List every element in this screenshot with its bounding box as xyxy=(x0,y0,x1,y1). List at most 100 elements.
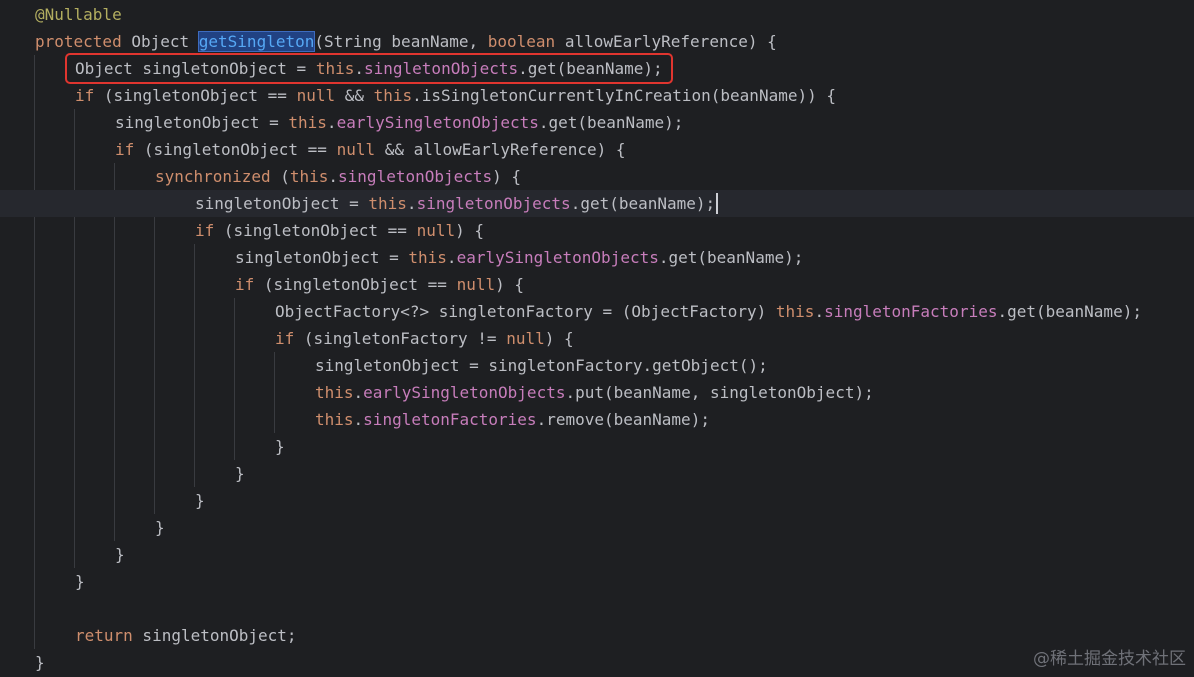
code-token: } xyxy=(155,518,165,537)
code-token: null xyxy=(506,329,545,348)
code-token: this xyxy=(315,383,354,402)
watermark: @稀土掘金技术社区 xyxy=(1033,649,1186,669)
code-token: null xyxy=(456,275,496,294)
code-token: singletonObject = xyxy=(195,194,369,213)
code-token: ( xyxy=(270,167,290,186)
code-line[interactable]: } xyxy=(0,541,1194,568)
code-token: earlySingletonObjects xyxy=(363,383,566,402)
code-line[interactable]: } xyxy=(0,433,1194,460)
code-token: . xyxy=(326,113,337,132)
code-line[interactable]: } xyxy=(0,460,1194,487)
code-token: earlySingletonObjects xyxy=(456,248,659,267)
code-token: && allowEarlyReference) { xyxy=(375,140,626,159)
code-token: } xyxy=(235,464,245,483)
code-line[interactable]: singletonObject = this.singletonObjects.… xyxy=(0,190,1194,217)
code-token: singletonObject = singletonFactory.getOb… xyxy=(315,356,768,375)
code-line[interactable]: if (singletonObject == null && this.isSi… xyxy=(0,82,1194,109)
code-token: return xyxy=(75,626,133,645)
code-line[interactable]: singletonObject = this.earlySingletonObj… xyxy=(0,244,1194,271)
code-token: this xyxy=(289,167,329,186)
code-token: if xyxy=(195,221,215,240)
code-line[interactable]: if (singletonObject == null) { xyxy=(0,271,1194,298)
code-token: (singletonObject == xyxy=(134,140,337,159)
code-token: boolean xyxy=(487,32,556,51)
code-token: this xyxy=(315,410,354,429)
code-line[interactable]: @Nullable xyxy=(0,1,1194,28)
code-line[interactable]: } xyxy=(0,568,1194,595)
code-line[interactable]: } xyxy=(0,487,1194,514)
code-token: . xyxy=(406,194,417,213)
code-token: Object xyxy=(121,32,199,51)
code-line[interactable]: singletonObject = this.earlySingletonObj… xyxy=(0,109,1194,136)
code-token: this xyxy=(288,113,327,132)
code-token: ) { xyxy=(455,221,484,240)
code-token: allowEarlyReference) { xyxy=(555,32,777,51)
code-line[interactable]: singletonObject = singletonFactory.getOb… xyxy=(0,352,1194,379)
code-line[interactable]: return singletonObject; xyxy=(0,622,1194,649)
code-editor[interactable]: @Nullable protected Object getSingleton(S… xyxy=(0,0,1194,677)
text-caret xyxy=(716,193,719,214)
code-line[interactable]: synchronized (this.singletonObjects) { xyxy=(0,163,1194,190)
code-token: if xyxy=(275,329,295,348)
code-token: . xyxy=(353,383,364,402)
code-token: (singletonObject == xyxy=(94,86,297,105)
selected-method-name: getSingleton xyxy=(197,31,316,52)
code-token: && xyxy=(335,86,374,105)
code-token: (singletonObject == xyxy=(214,221,417,240)
code-line[interactable]: this.earlySingletonObjects.put(beanName,… xyxy=(0,379,1194,406)
code-token: (singletonFactory != xyxy=(294,329,507,348)
code-token: null xyxy=(336,140,376,159)
code-token: .get(beanName); xyxy=(658,248,804,267)
code-token: } xyxy=(35,653,45,672)
code-token: ) { xyxy=(492,167,522,186)
code-line[interactable]: protected Object getSingleton(String bea… xyxy=(0,28,1194,55)
code-token: } xyxy=(75,572,85,591)
code-token: (singletonObject == xyxy=(254,275,457,294)
code-token: . xyxy=(328,167,339,186)
code-token: . xyxy=(446,248,457,267)
code-line[interactable]: } xyxy=(0,649,1194,676)
code-line[interactable]: if (singletonObject == null && allowEarl… xyxy=(0,136,1194,163)
code-token: if xyxy=(235,275,255,294)
code-token: protected xyxy=(35,32,122,51)
code-token: .remove(beanName); xyxy=(536,410,710,429)
code-token: synchronized xyxy=(155,167,271,186)
code-token: null xyxy=(416,221,456,240)
code-line[interactable]: if (singletonObject == null) { xyxy=(0,217,1194,244)
code-token: this xyxy=(373,86,413,105)
code-token: ) { xyxy=(544,329,574,348)
code-line[interactable]: ObjectFactory<?> singletonFactory = (Obj… xyxy=(0,298,1194,325)
code-token: this xyxy=(368,194,407,213)
code-token: .get(beanName); xyxy=(570,194,716,213)
code-token: this xyxy=(775,302,815,321)
code-token: } xyxy=(115,545,125,564)
code-line[interactable]: this.singletonFactories.remove(beanName)… xyxy=(0,406,1194,433)
code-token: singletonObject; xyxy=(132,626,297,645)
code-token: . xyxy=(814,302,825,321)
code-token: .get(beanName); xyxy=(538,113,684,132)
code-line[interactable]: if (singletonFactory != null) { xyxy=(0,325,1194,352)
code-token: ObjectFactory<?> singletonFactory = (Obj… xyxy=(275,302,776,321)
code-token: @Nullable xyxy=(35,5,122,24)
code-token: ) { xyxy=(495,275,524,294)
code-token: this xyxy=(408,248,447,267)
code-line[interactable]: } xyxy=(0,514,1194,541)
code-line[interactable] xyxy=(0,595,1194,622)
code-token: (String beanName, xyxy=(314,32,488,51)
code-token: if xyxy=(115,140,135,159)
code-token: .isSingletonCurrentlyInCreation(beanName… xyxy=(412,86,836,105)
code-token: } xyxy=(275,437,285,456)
code-token: } xyxy=(195,491,205,510)
code-token: .put(beanName, singletonObject); xyxy=(565,383,874,402)
code-token: singletonFactories xyxy=(824,302,998,321)
code-token: null xyxy=(296,86,336,105)
code-token: singletonFactories xyxy=(363,410,537,429)
code-token: singletonObjects xyxy=(338,167,493,186)
code-token: .get(beanName); xyxy=(997,302,1142,321)
code-token: singletonObjects xyxy=(416,194,571,213)
code-token: singletonObject = xyxy=(115,113,289,132)
code-token: earlySingletonObjects xyxy=(336,113,539,132)
code-token: . xyxy=(353,410,364,429)
code-token: singletonObject = xyxy=(235,248,409,267)
code-token: if xyxy=(75,86,95,105)
